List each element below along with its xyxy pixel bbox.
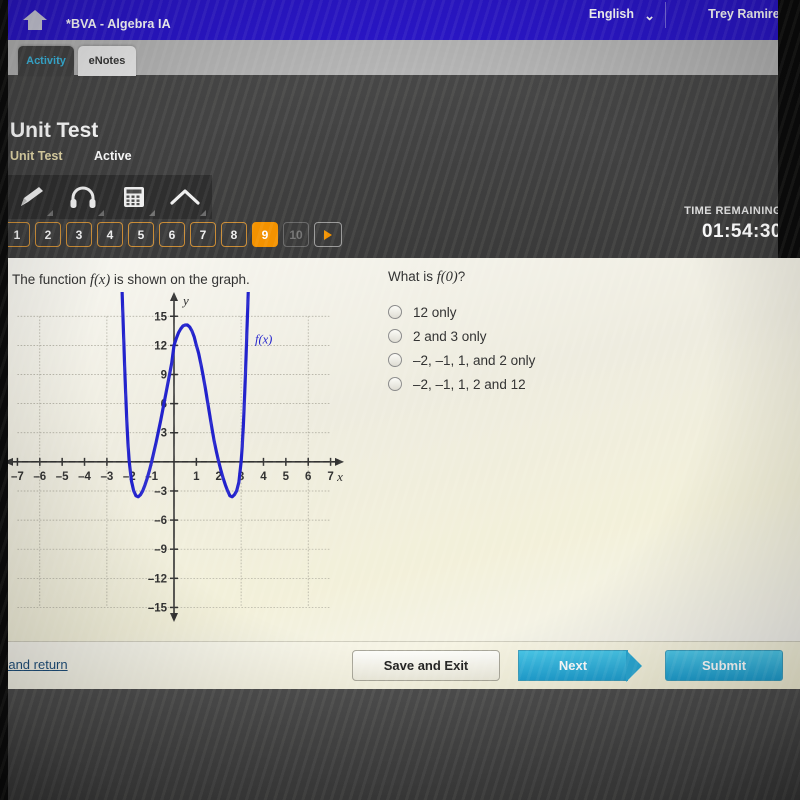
question-button-8[interactable]: 8 — [221, 222, 247, 247]
question-button-2[interactable]: 2 — [35, 222, 61, 247]
svg-text:–15: –15 — [148, 602, 168, 614]
action-bar: Mark this and return Save and Exit Next … — [0, 641, 800, 689]
svg-text:–3: –3 — [100, 471, 113, 483]
svg-text:y: y — [181, 293, 189, 308]
prompt-text-before: The function — [12, 272, 91, 287]
question-button-5[interactable]: 5 — [128, 222, 154, 247]
submit-button[interactable]: Submit — [665, 650, 783, 681]
svg-text:4: 4 — [260, 471, 267, 483]
svg-text:f(x): f(x) — [255, 332, 272, 346]
user-name[interactable]: Trey Ramirez — [708, 7, 786, 21]
question-button-7[interactable]: 7 — [190, 222, 216, 247]
next-button[interactable]: Next — [518, 650, 642, 682]
answer-option-2[interactable]: 2 and 3 only — [388, 324, 535, 348]
question-function-notation: f(0) — [436, 269, 458, 285]
question-prompt: The function f(x) is shown on the graph. — [12, 272, 250, 289]
assignment-subtitle: Unit Test — [10, 149, 63, 163]
answer-choices: 12 only 2 and 3 only –2, –1, 1, and 2 on… — [388, 300, 535, 396]
svg-text:–3: –3 — [154, 486, 167, 498]
chevron-down-icon[interactable]: ⌄ — [644, 8, 655, 24]
tab-strip: Activity eNotes — [0, 40, 800, 76]
status-badge: Active — [94, 149, 132, 163]
top-navigation-bar: *BVA - Algebra IA English ⌄ Trey Ramirez — [0, 0, 800, 40]
tab-enotes[interactable]: eNotes — [78, 46, 136, 76]
radio-button-4[interactable] — [388, 377, 402, 391]
svg-text:6: 6 — [305, 471, 311, 483]
language-selector-label[interactable]: English — [589, 7, 634, 21]
radio-button-3[interactable] — [388, 353, 402, 367]
tab-activity[interactable]: Activity — [18, 46, 74, 76]
answer-label-4: –2, –1, 1, 2 and 12 — [413, 376, 526, 392]
svg-text:3: 3 — [161, 428, 167, 440]
home-icon[interactable] — [22, 8, 48, 32]
answer-label-1: 12 only — [413, 304, 457, 320]
svg-text:–12: –12 — [148, 573, 167, 585]
question-stem: What is f(0)? — [388, 269, 465, 286]
svg-text:1: 1 — [193, 471, 200, 483]
question-pager: 1 2 3 4 5 6 7 8 9 10 — [4, 222, 342, 247]
question-button-4[interactable]: 4 — [97, 222, 123, 247]
play-triangle-icon — [324, 229, 332, 240]
time-remaining-label: TIME REMAINING — [684, 205, 782, 217]
screen-bottom-filler — [0, 689, 800, 800]
page-title: Unit Test — [10, 119, 99, 142]
answer-option-3[interactable]: –2, –1, 1, and 2 only — [388, 348, 535, 372]
mark-this-and-return-link[interactable]: Mark this and return — [0, 657, 68, 672]
calculator-icon[interactable] — [108, 175, 159, 219]
question-text-before: What is — [388, 269, 437, 284]
pencil-icon[interactable] — [6, 175, 57, 219]
svg-text:–7: –7 — [11, 471, 24, 483]
next-question-arrow-button[interactable] — [314, 222, 342, 247]
svg-text:7: 7 — [327, 471, 333, 483]
headphones-icon[interactable] — [57, 175, 108, 219]
bezel-right — [778, 0, 800, 258]
save-and-exit-button[interactable]: Save and Exit — [352, 650, 500, 681]
answer-label-2: 2 and 3 only — [413, 328, 487, 344]
course-title: *BVA - Algebra IA — [66, 17, 171, 31]
svg-text:–5: –5 — [56, 471, 69, 483]
tool-palette — [6, 175, 212, 219]
tablet-screen: *BVA - Algebra IA English ⌄ Trey Ramirez… — [0, 0, 800, 800]
answer-label-3: –2, –1, 1, and 2 only — [413, 352, 536, 368]
time-remaining-value: 01:54:30 — [701, 221, 782, 242]
svg-text:15: 15 — [154, 311, 167, 323]
svg-text:x: x — [336, 469, 343, 484]
bezel-left — [0, 0, 8, 800]
prompt-function-notation: f(x) — [90, 272, 111, 288]
radio-button-2[interactable] — [388, 329, 402, 343]
radio-button-1[interactable] — [388, 305, 402, 319]
answer-option-1[interactable]: 12 only — [388, 300, 535, 324]
graph-svg: –7 –6 –5 –4 –3 –2 –1 1 2 3 4 5 6 71512963–3–6–9–12–15… — [4, 290, 344, 622]
prompt-text-after: is shown on the graph. — [110, 272, 250, 287]
header-divider — [665, 2, 666, 28]
svg-text:–4: –4 — [78, 471, 91, 483]
question-text-after: ? — [457, 269, 466, 284]
svg-text:–6: –6 — [33, 471, 46, 483]
svg-text:–9: –9 — [154, 544, 167, 556]
svg-text:–6: –6 — [154, 515, 167, 527]
question-content-area: The function f(x) is shown on the graph.… — [0, 258, 800, 641]
svg-text:9: 9 — [161, 370, 167, 382]
svg-text:5: 5 — [283, 471, 290, 483]
assignment-header: Unit Test Unit Test Active TIME REMAININ… — [0, 75, 800, 258]
question-button-9[interactable]: 9 — [252, 222, 278, 247]
question-button-10[interactable]: 10 — [283, 222, 309, 247]
svg-text:12: 12 — [154, 340, 167, 352]
chevron-up-icon[interactable] — [159, 175, 210, 219]
answer-option-4[interactable]: –2, –1, 1, 2 and 12 — [388, 372, 535, 396]
function-graph: –7 –6 –5 –4 –3 –2 –1 1 2 3 4 5 6 7 15 12 9 6 3 –3 –6 –9 –12 –15… — [4, 290, 344, 627]
question-button-6[interactable]: 6 — [159, 222, 185, 247]
question-button-3[interactable]: 3 — [66, 222, 92, 247]
